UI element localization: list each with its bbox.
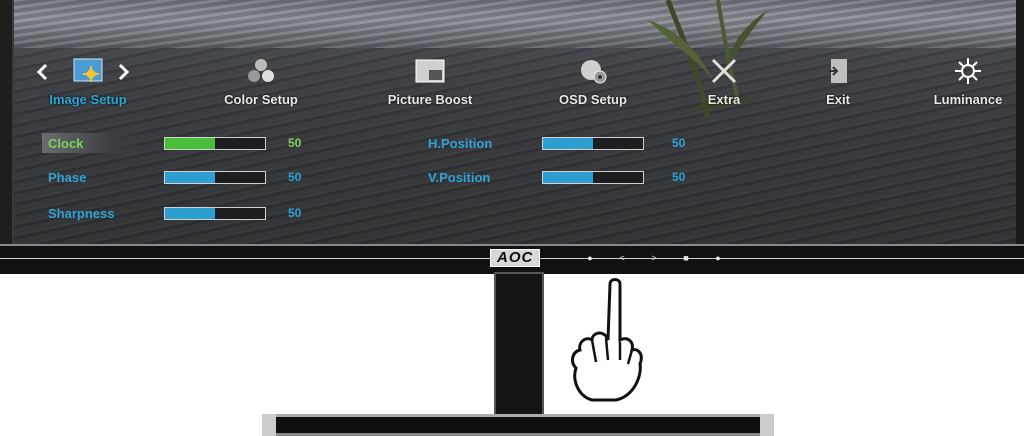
setting-slider[interactable]: [164, 207, 266, 220]
image-setup-icon: [73, 58, 103, 82]
luminance-icon: [955, 58, 981, 84]
power-dot-icon[interactable]: ●: [580, 252, 600, 264]
stand-base-right-cap: [760, 414, 774, 436]
menu-item-picture-boost[interactable]: Picture Boost: [370, 52, 490, 118]
setting-label: V.Position: [428, 170, 491, 185]
setting-slider-fill: [165, 172, 215, 183]
right-arrow-icon[interactable]: >: [644, 252, 664, 264]
pointing-hand-icon: [571, 278, 643, 402]
setting-label: Phase: [48, 170, 87, 185]
auto-dot-icon[interactable]: ●: [708, 252, 728, 264]
osd-screen: Image Setup Color Setup Picture Boost OS…: [8, 0, 1024, 244]
osd-menu-bar: Image Setup Color Setup Picture Boost OS…: [8, 52, 1024, 118]
monitor-right-bezel: [1016, 0, 1024, 244]
setting-sharpness[interactable]: Sharpness 50: [48, 202, 328, 226]
setting-value: 50: [288, 136, 302, 150]
monitor-left-bezel: [0, 0, 14, 262]
menu-item-label: Picture Boost: [387, 92, 473, 107]
menu-item-label: Exit: [826, 92, 850, 107]
setting-slider[interactable]: [542, 171, 644, 184]
setting-slider-fill: [165, 208, 215, 219]
wallpaper-background: [8, 0, 1024, 48]
setting-slider-fill: [543, 138, 593, 149]
setting-value: 50: [288, 170, 302, 184]
monitor-bottom-bezel: AOC ● < > ■ ●: [0, 244, 1024, 274]
setting-label: Sharpness: [48, 206, 115, 221]
menu-item-label: Luminance: [933, 92, 1003, 107]
setting-clock[interactable]: Clock 50: [42, 132, 328, 156]
setting-value: 50: [672, 170, 686, 184]
menu-item-image-setup[interactable]: Image Setup: [38, 52, 138, 118]
image-setup-settings: Clock 50 Phase 50 Sharpness 50 H.Positio…: [8, 120, 1024, 240]
menu-item-extra[interactable]: Extra: [684, 52, 764, 118]
setting-value: 50: [672, 136, 686, 150]
setting-v-position[interactable]: V.Position 50: [428, 166, 708, 190]
aoc-logo: AOC: [490, 249, 541, 267]
setting-value: 50: [288, 206, 302, 220]
menu-item-label: Extra: [707, 92, 741, 107]
setting-slider-fill: [543, 172, 593, 183]
menu-item-exit[interactable]: Exit: [798, 52, 878, 118]
osd-setup-icon: [581, 60, 607, 84]
setting-slider[interactable]: [542, 137, 644, 150]
menu-item-color-setup[interactable]: Color Setup: [206, 52, 316, 118]
exit-icon: [829, 59, 847, 83]
menu-item-luminance[interactable]: Luminance: [920, 52, 1016, 118]
menu-item-osd-setup[interactable]: OSD Setup: [538, 52, 648, 118]
menu-square-icon[interactable]: ■: [676, 252, 696, 264]
left-arrow-icon[interactable]: <: [612, 252, 632, 264]
menu-item-label: Image Setup: [49, 92, 127, 107]
menu-item-label: Color Setup: [224, 92, 298, 107]
monitor-stand-base: [262, 414, 774, 436]
setting-label: H.Position: [428, 136, 493, 151]
setting-slider[interactable]: [164, 171, 266, 184]
stand-base-left-cap: [262, 414, 276, 436]
setting-slider-fill: [165, 138, 215, 149]
color-setup-icon: [248, 59, 274, 82]
picture-boost-icon: [415, 59, 445, 83]
setting-h-position[interactable]: H.Position 50: [428, 132, 708, 156]
setting-phase[interactable]: Phase 50: [48, 166, 328, 190]
setting-slider[interactable]: [164, 137, 266, 150]
menu-item-label: OSD Setup: [559, 92, 627, 107]
monitor-stand-neck: [494, 272, 544, 418]
extra-icon: [711, 58, 737, 84]
setting-label: Clock: [48, 136, 84, 151]
